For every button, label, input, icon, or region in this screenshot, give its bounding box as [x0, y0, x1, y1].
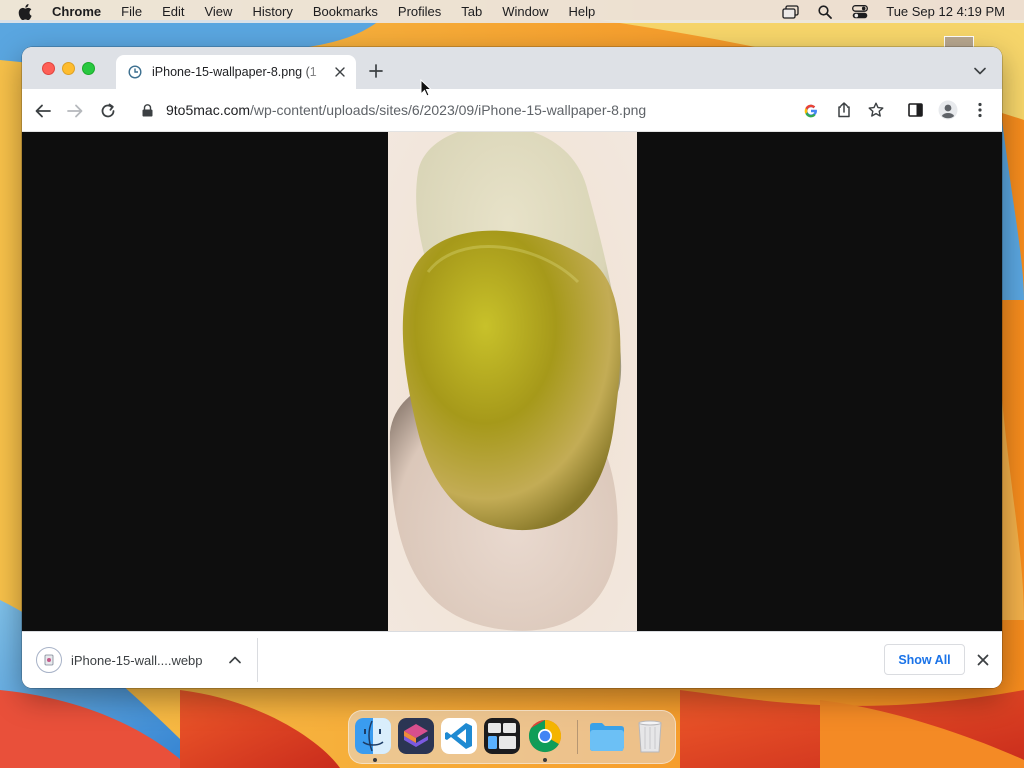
minimize-window-button[interactable] [62, 62, 75, 75]
share-icon[interactable] [836, 102, 852, 118]
download-bar-divider [257, 638, 258, 682]
tab-wallpaper[interactable]: iPhone-15-wallpaper-8.png (1 [116, 55, 356, 89]
url-text: 9to5mac.com/wp-content/uploads/sites/6/2… [166, 102, 646, 118]
reload-icon[interactable] [98, 101, 118, 121]
image-favicon-icon [128, 65, 142, 79]
chrome-window: iPhone-15-wallpaper-8.png (1 9to5mac.com… [22, 47, 1002, 688]
menu-window[interactable]: Window [502, 4, 548, 19]
url-host: 9to5mac.com [166, 102, 251, 118]
zoom-window-button[interactable] [82, 62, 95, 75]
back-arrow-icon[interactable] [33, 101, 53, 121]
mouse-cursor-icon [420, 79, 432, 97]
menu-history[interactable]: History [252, 4, 292, 19]
menu-view[interactable]: View [204, 4, 232, 19]
downloads-folder-icon[interactable] [588, 718, 624, 754]
menu-bar-clock[interactable]: Tue Sep 12 4:19 PM [886, 4, 1005, 19]
show-all-downloads-button[interactable]: Show All [884, 644, 965, 675]
tab-title: iPhone-15-wallpaper-8.png (1 [152, 65, 317, 79]
menu-edit[interactable]: Edit [162, 4, 184, 19]
side-panel-icon[interactable] [907, 102, 923, 118]
close-download-bar-icon[interactable] [975, 652, 991, 668]
dock-separator [577, 720, 578, 754]
finder-running-indicator [373, 758, 377, 762]
menu-file[interactable]: File [121, 4, 142, 19]
bookmark-star-icon[interactable] [868, 102, 884, 118]
close-window-button[interactable] [42, 62, 55, 75]
apple-logo-icon[interactable] [18, 3, 36, 21]
menu-bookmarks[interactable]: Bookmarks [313, 4, 378, 19]
tab-close-icon[interactable] [332, 64, 348, 80]
menu-profiles[interactable]: Profiles [398, 4, 441, 19]
dock [348, 710, 676, 764]
google-lens-icon[interactable] [803, 103, 819, 119]
webp-file-icon [36, 647, 62, 673]
download-bar: iPhone-15-wall....webp Show All [22, 631, 1002, 688]
lock-icon[interactable] [142, 103, 156, 117]
menu-app-name[interactable]: Chrome [52, 4, 101, 19]
wallpaper-artwork [388, 132, 637, 631]
url-path: /wp-content/uploads/sites/6/2023/09/iPho… [250, 102, 647, 118]
vscode-icon[interactable] [441, 718, 477, 754]
tab-search-chevron-icon[interactable] [972, 63, 988, 79]
chrome-running-indicator [543, 758, 547, 762]
new-tab-icon[interactable] [367, 62, 385, 80]
mission-control-icon[interactable] [484, 718, 520, 754]
download-options-chevron-icon[interactable] [227, 652, 243, 668]
spotlight-search-icon[interactable] [816, 4, 834, 20]
download-file-name: iPhone-15-wall....webp [71, 652, 203, 668]
address-bar[interactable]: 9to5mac.com/wp-content/uploads/sites/6/2… [132, 94, 892, 126]
download-item[interactable]: iPhone-15-wall....webp [36, 646, 203, 674]
wallpaper-image[interactable] [388, 132, 637, 631]
menu-tab[interactable]: Tab [461, 4, 482, 19]
menu-bar-status-area: Tue Sep 12 4:19 PM [781, 4, 1024, 20]
menu-bar: Chrome File Edit View History Bookmarks … [0, 0, 1024, 23]
google-chrome-icon[interactable] [527, 718, 563, 754]
affinity-icon[interactable] [398, 718, 434, 754]
finder-icon[interactable] [355, 718, 391, 754]
screen-mirroring-icon[interactable] [781, 4, 799, 20]
profile-avatar-icon[interactable] [938, 100, 958, 120]
browser-toolbar: 9to5mac.com/wp-content/uploads/sites/6/2… [22, 89, 1002, 132]
trash-icon[interactable] [632, 718, 668, 754]
control-center-icon[interactable] [851, 4, 869, 20]
more-menu-icon[interactable] [972, 102, 988, 118]
page-viewport [22, 132, 1002, 631]
menu-help[interactable]: Help [569, 4, 596, 19]
tab-strip: iPhone-15-wallpaper-8.png (1 [22, 47, 1002, 89]
forward-arrow-icon[interactable] [65, 101, 85, 121]
